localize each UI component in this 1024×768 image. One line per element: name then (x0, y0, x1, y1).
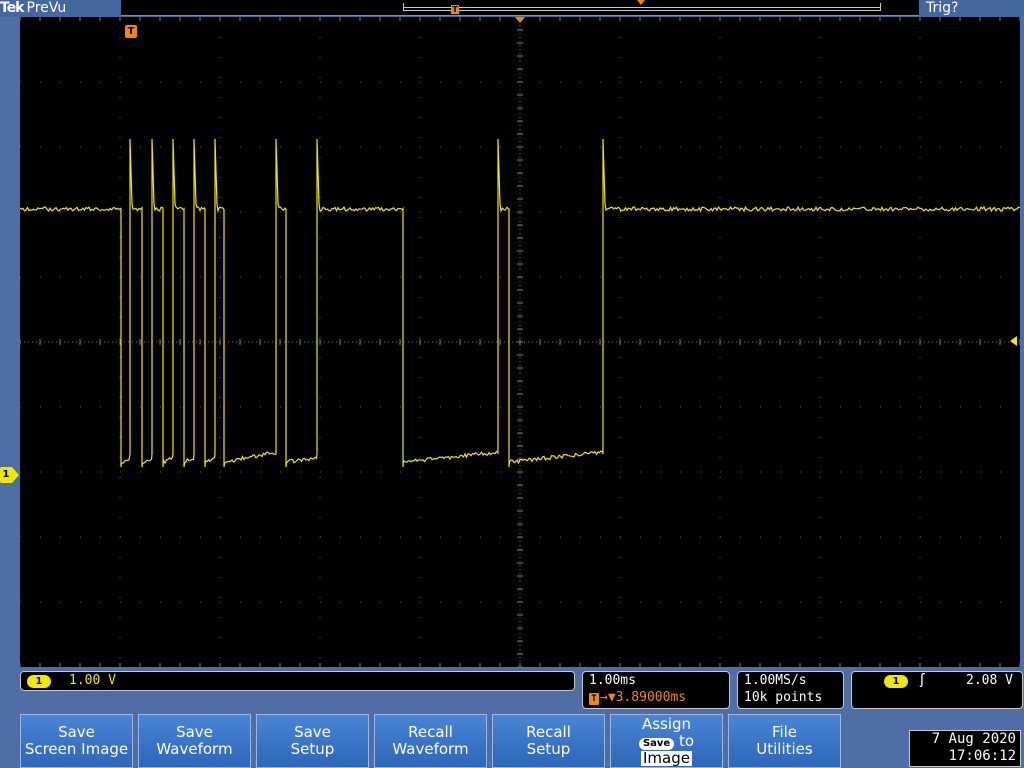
horizontal-delay: T →▼3.89000ms (589, 690, 686, 705)
graticule (20, 17, 1020, 667)
save-screen-image-button[interactable]: Save Screen Image (20, 714, 133, 768)
button-line2: Save to (611, 731, 722, 750)
horizontal-scale: 1.00ms (589, 673, 636, 688)
recall-setup-button[interactable]: Recall Setup (492, 714, 605, 768)
channel1-marker-tip (12, 467, 19, 483)
save-key-icon: Save (638, 737, 675, 750)
trigger-position-arrow (515, 17, 525, 23)
timebase-readout[interactable]: 1.00ms T →▼3.89000ms (582, 671, 730, 709)
date-time-display: 7 Aug 2020 17:06:12 (909, 730, 1021, 767)
trigger-status: Trig? (926, 0, 959, 16)
button-line2: Screen Image (24, 740, 129, 758)
record-length: 10k points (744, 690, 823, 705)
button-line1: File (771, 723, 798, 741)
button-line2: Utilities (756, 740, 813, 758)
button-line2-text: to (678, 731, 695, 750)
channel1-marker-label: 1 (0, 467, 12, 483)
button-line2: Waveform (156, 740, 233, 758)
button-line2: Setup (290, 740, 335, 758)
brand-label: Tek PreVu (0, 0, 66, 17)
channel1-ground-marker[interactable]: 1 (0, 467, 19, 483)
top-status-bar: Tek PreVu T Trig? (0, 0, 1024, 17)
button-line2: Setup (526, 740, 571, 758)
rising-edge-icon: ʃ (920, 672, 925, 688)
channel1-badge: 1 (27, 675, 51, 688)
button-line1: Save (294, 723, 331, 741)
file-utilities-button[interactable]: File Utilities (728, 714, 841, 768)
trigger-source-badge: 1 (884, 675, 908, 688)
assign-save-button[interactable]: Assign Save to Image (610, 714, 723, 768)
recall-waveform-button[interactable]: Recall Waveform (374, 714, 487, 768)
brand-logo: Tek (0, 0, 24, 16)
trigger-readout[interactable]: 1 ʃ 2.08 V (851, 671, 1023, 709)
trigger-level-arrow[interactable] (1010, 336, 1017, 346)
delay-value: →▼3.89000ms (600, 690, 687, 705)
button-line1: Recall (408, 723, 453, 741)
button-line1: Save (58, 723, 95, 741)
button-line2: Waveform (392, 740, 469, 758)
button-line3: Image (611, 750, 722, 767)
time: 17:06:12 (948, 748, 1016, 764)
trigger-level: 2.08 V (966, 673, 1013, 688)
button-line1: Assign (641, 714, 692, 733)
acquisition-readout[interactable]: 1.00MS/s 10k points (737, 671, 844, 709)
save-waveform-button[interactable]: Save Waveform (138, 714, 251, 768)
button-line1: Save (176, 723, 213, 741)
trigger-position-marker[interactable]: T (125, 25, 137, 38)
date: 7 Aug 2020 (931, 731, 1016, 747)
acquisition-mode: PreVu (26, 0, 67, 16)
save-setup-button[interactable]: Save Setup (256, 714, 369, 768)
sample-rate: 1.00MS/s (744, 673, 807, 688)
selected-option: Image (641, 748, 692, 767)
waveform-display[interactable] (20, 17, 1020, 667)
button-line1: Recall (526, 723, 571, 741)
channel1-readout[interactable]: 1 1.00 V (20, 671, 575, 691)
record-position-arrow (637, 0, 645, 5)
trigger-delay-icon: T (589, 693, 599, 705)
record-trigger-marker: T (451, 5, 459, 14)
record-view-bar[interactable]: T (121, 0, 919, 16)
channel1-scale: 1.00 V (69, 673, 116, 688)
